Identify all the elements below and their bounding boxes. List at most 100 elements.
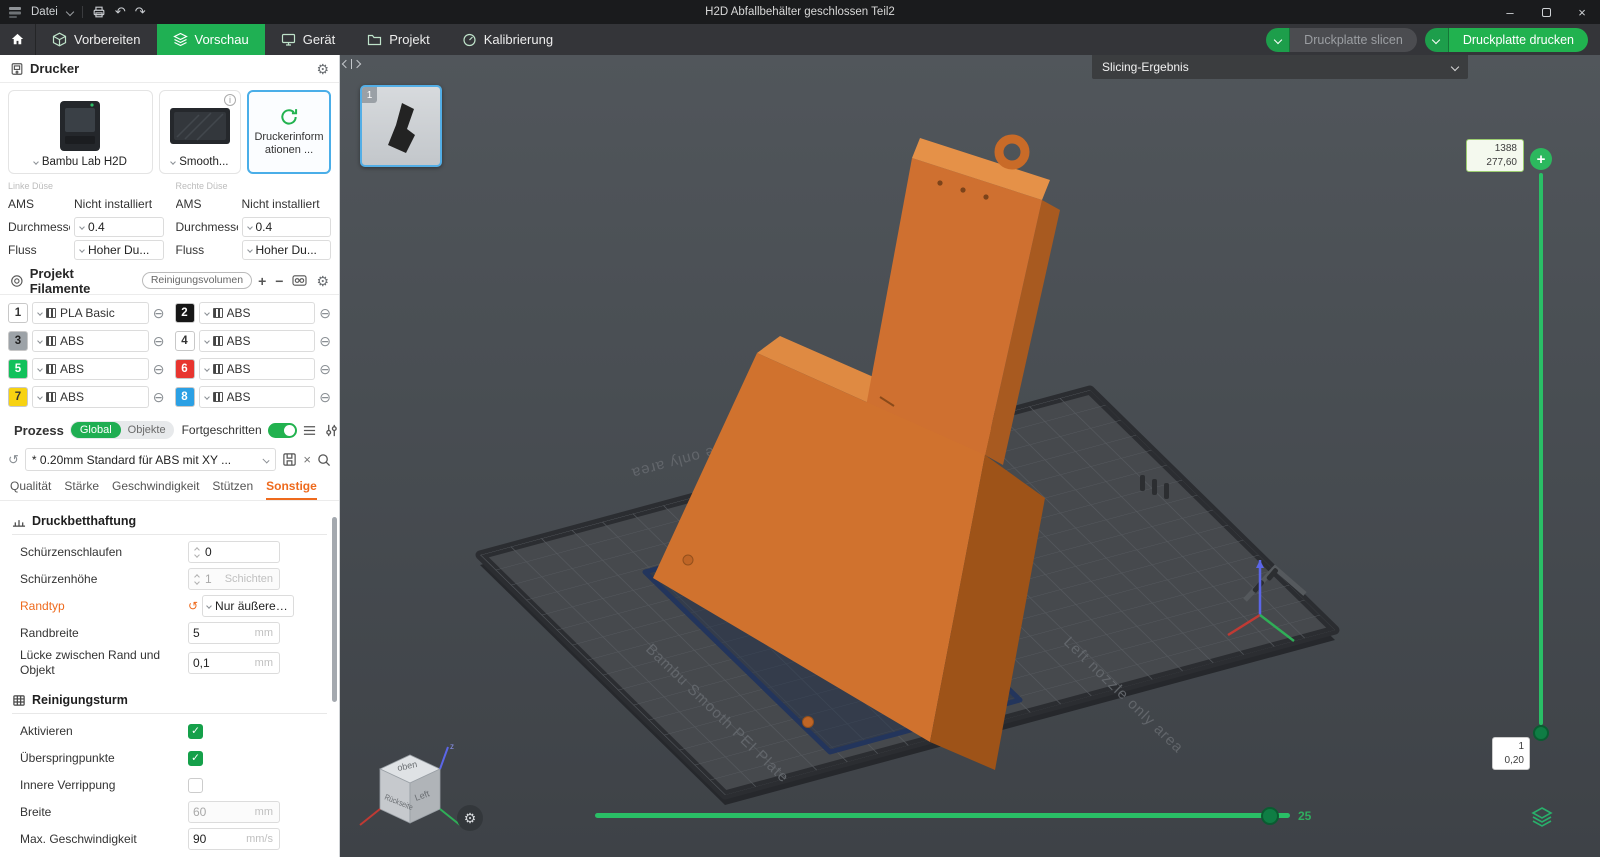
spinner-arrows-icon[interactable] — [193, 546, 201, 558]
layers-view-button[interactable] — [1528, 803, 1556, 831]
advanced-toggle[interactable] — [267, 422, 297, 438]
viewport-settings-button[interactable]: ⚙ — [457, 805, 483, 831]
tab-kalibrierung[interactable]: Kalibrierung — [446, 24, 569, 55]
filament-select[interactable]: ABS — [198, 302, 316, 324]
tab-geraet[interactable]: Gerät — [265, 24, 352, 55]
panel-scrollbar[interactable] — [332, 517, 337, 702]
undo-icon[interactable]: ↶ — [115, 4, 126, 20]
left-diameter-select[interactable]: 0.4 — [74, 216, 164, 237]
max-speed-input[interactable]: 90 mm/s — [188, 828, 280, 850]
delete-preset-icon[interactable]: × — [303, 452, 311, 467]
printer-settings-gear-icon[interactable]: ⚙ — [316, 62, 329, 76]
move-slider-track[interactable] — [595, 813, 1290, 818]
left-flow-select[interactable]: Hoher Du... — [74, 239, 164, 260]
save-preset-icon[interactable] — [282, 452, 297, 467]
close-button[interactable]: × — [1564, 0, 1600, 24]
filament-color-swatch[interactable]: 2 — [174, 303, 195, 323]
filament-select[interactable]: ABS — [32, 330, 149, 352]
ams-sync-icon[interactable] — [292, 274, 307, 287]
tab-vorbereiten[interactable]: Vorbereiten — [36, 24, 157, 55]
filament-color-swatch[interactable]: 5 — [8, 359, 28, 379]
inner-ribs-checkbox[interactable] — [188, 777, 203, 793]
filament-edit-icon[interactable]: ⊖ — [153, 362, 165, 376]
tower-width-input[interactable]: 60 mm — [188, 801, 280, 823]
plate-type-card[interactable]: i Smooth... — [158, 90, 241, 174]
collapse-chevron-icon[interactable] — [1450, 62, 1460, 72]
plate-info-icon[interactable]: i — [224, 94, 236, 106]
plate-caret-icon[interactable] — [170, 159, 177, 165]
scope-global[interactable]: Global — [70, 422, 121, 438]
tab-sonstige[interactable]: Sonstige — [266, 474, 317, 500]
filament-edit-icon[interactable]: ⊖ — [319, 306, 331, 320]
file-menu[interactable]: Datei — [31, 6, 58, 18]
filament-edit-icon[interactable]: ⊖ — [153, 306, 165, 320]
slicing-result-panel[interactable]: Slicing-Ergebnis — [1092, 55, 1468, 79]
filament-edit-icon[interactable]: ⊖ — [153, 334, 165, 348]
skip-points-checkbox[interactable] — [188, 750, 203, 766]
scope-objects[interactable]: Objekte — [121, 424, 173, 436]
filament-color-swatch[interactable]: 3 — [8, 331, 28, 351]
filament-select[interactable]: ABS — [32, 386, 149, 408]
print-plate-dropdown[interactable] — [1424, 27, 1449, 52]
filament-color-swatch[interactable]: 6 — [174, 359, 195, 379]
enable-tower-checkbox[interactable] — [188, 723, 203, 739]
tab-qualitaet[interactable]: Qualität — [10, 474, 51, 500]
printer-card[interactable]: Bambu Lab H2D — [8, 90, 153, 174]
brim-type-select[interactable]: Nur äußere… — [202, 595, 295, 617]
move-slider-handle[interactable] — [1261, 807, 1279, 825]
filament-select[interactable]: PLA Basic — [32, 302, 149, 324]
right-diameter-select[interactable]: 0.4 — [241, 216, 331, 237]
list-icon[interactable] — [303, 424, 316, 437]
printer-caret-icon[interactable] — [33, 159, 39, 165]
spinner-arrows-icon[interactable] — [193, 573, 201, 585]
printer-info-card[interactable]: Druckerinformationen ... — [247, 90, 331, 174]
filament-color-swatch[interactable]: 7 — [8, 387, 28, 407]
brim-gap-input[interactable]: 0,1 mm — [188, 652, 280, 674]
right-flow-select[interactable]: Hoher Du... — [241, 239, 331, 260]
print-plate-button[interactable]: Druckplatte drucken — [1448, 27, 1588, 52]
filament-edit-icon[interactable]: ⊖ — [319, 362, 331, 376]
search-icon[interactable] — [317, 453, 331, 467]
preset-select[interactable]: * 0.20mm Standard für ABS mit XY ... — [24, 448, 277, 471]
tab-stuetzen[interactable]: Stützen — [212, 474, 253, 500]
filament-select[interactable]: ABS — [198, 330, 316, 352]
remove-filament-button[interactable]: − — [275, 274, 283, 288]
nav-cube[interactable]: oben Rückseite Left z — [348, 741, 468, 857]
filament-select[interactable]: ABS — [32, 358, 149, 380]
home-button[interactable] — [0, 24, 36, 55]
filament-color-swatch[interactable]: 1 — [8, 303, 28, 323]
filament-edit-icon[interactable]: ⊖ — [319, 334, 331, 348]
export-printer-icon[interactable] — [92, 5, 106, 19]
filament-color-swatch[interactable]: 8 — [174, 387, 195, 407]
panel-collapse-handle[interactable] — [341, 59, 362, 69]
skirt-loops-input[interactable]: 0 — [188, 541, 280, 563]
slice-plate-dropdown[interactable] — [1266, 27, 1291, 52]
filament-edit-icon[interactable]: ⊖ — [319, 390, 331, 404]
layer-slider-handle[interactable] — [1533, 725, 1549, 741]
maximize-button[interactable] — [1528, 0, 1564, 24]
brim-width-input[interactable]: 5 mm — [188, 622, 280, 644]
viewport-3d[interactable]: Right nozzle only area Bambu Smooth PEI … — [340, 55, 1600, 857]
minimize-button[interactable]: – — [1492, 0, 1528, 24]
skirt-height-input[interactable]: 1 Schichten — [188, 568, 280, 590]
filament-select[interactable]: ABS — [198, 386, 316, 408]
slice-plate-button[interactable]: Druckplatte slicen — [1290, 27, 1417, 52]
tab-vorschau[interactable]: Vorschau — [156, 24, 265, 55]
plate-thumbnail[interactable]: 1 — [360, 85, 442, 167]
redo-icon[interactable]: ↷ — [135, 4, 146, 20]
add-filament-button[interactable]: + — [258, 274, 266, 288]
scope-toggle[interactable]: Global Objekte — [69, 421, 174, 439]
file-menu-caret-icon[interactable] — [65, 7, 75, 17]
tab-projekt[interactable]: Projekt — [351, 24, 445, 55]
filament-edit-icon[interactable]: ⊖ — [153, 390, 165, 404]
reset-preset-icon[interactable]: ↺ — [8, 452, 19, 468]
tune-icon[interactable] — [325, 424, 338, 437]
filament-color-swatch[interactable]: 4 — [174, 331, 195, 351]
reset-modified-icon[interactable]: ↺ — [188, 599, 198, 613]
flush-volume-badge[interactable]: Reinigungsvolumen — [141, 272, 253, 289]
filament-select[interactable]: ABS — [198, 358, 316, 380]
tab-geschwindigkeit[interactable]: Geschwindigkeit — [112, 474, 199, 500]
filament-settings-gear-icon[interactable]: ⚙ — [316, 274, 329, 288]
tab-staerke[interactable]: Stärke — [64, 474, 99, 500]
layer-slider-add-button[interactable]: + — [1530, 148, 1552, 170]
